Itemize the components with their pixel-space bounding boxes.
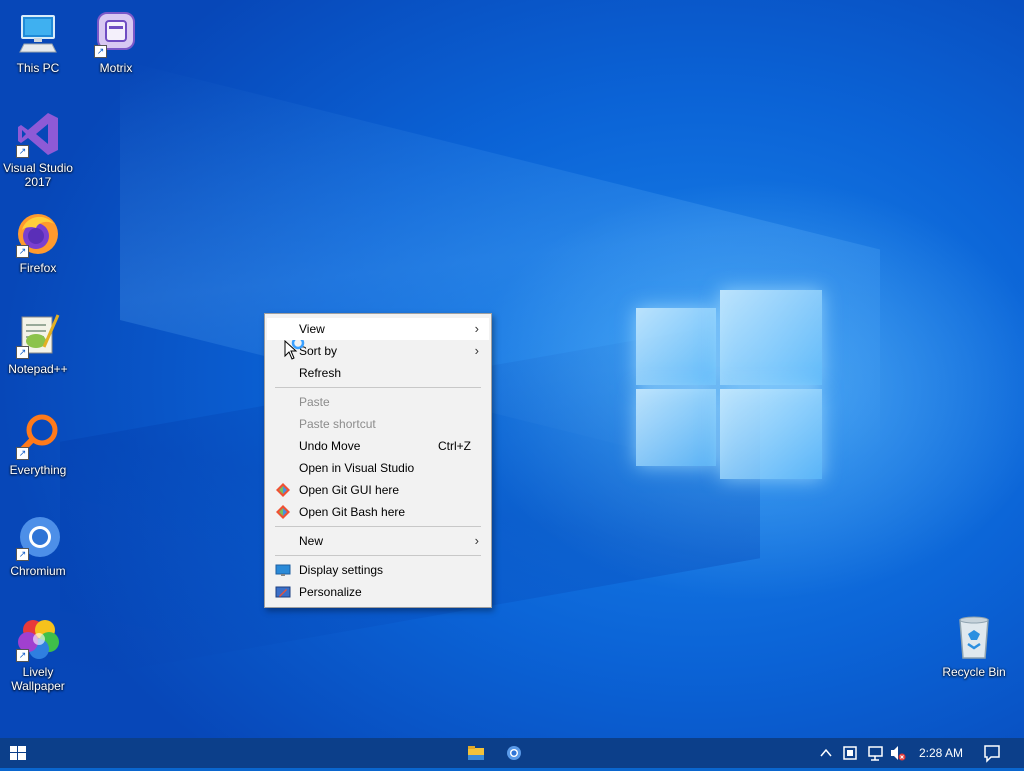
desktop-icon-recycle-bin[interactable]: Recycle Bin bbox=[936, 614, 1012, 679]
desktop-icon-notepad-plus-plus[interactable]: ↗ Notepad++ bbox=[0, 311, 76, 376]
shortcut-arrow-icon: ↗ bbox=[16, 649, 29, 662]
menu-item-new[interactable]: New › bbox=[267, 530, 489, 552]
chevron-right-icon: › bbox=[474, 321, 479, 336]
git-icon bbox=[275, 482, 291, 498]
menu-item-open-git-bash[interactable]: Open Git Bash here bbox=[267, 501, 489, 523]
menu-item-label: Open Git Bash here bbox=[299, 505, 406, 519]
desktop[interactable]: This PC ↗ Motrix ↗ Visual Studio 2017 ↗ … bbox=[0, 0, 1024, 738]
desktop-icon-visual-studio[interactable]: ↗ Visual Studio 2017 bbox=[0, 110, 76, 189]
menu-item-paste[interactable]: Paste bbox=[267, 391, 489, 413]
desktop-icon-label: Lively Wallpaper bbox=[11, 665, 65, 693]
desktop-icon-motrix[interactable]: ↗ Motrix bbox=[78, 10, 154, 75]
windows-start-icon bbox=[10, 746, 26, 760]
menu-item-label: Refresh bbox=[299, 366, 342, 380]
desktop-icon-everything[interactable]: ↗ Everything bbox=[0, 412, 76, 477]
shortcut-arrow-icon: ↗ bbox=[94, 45, 107, 58]
chromium-icon: ↗ bbox=[14, 513, 62, 561]
device-icon bbox=[843, 746, 857, 760]
shortcut-arrow-icon: ↗ bbox=[16, 548, 29, 561]
notification-icon bbox=[984, 745, 1000, 763]
personalize-icon bbox=[275, 584, 291, 600]
desktop-icon-label: Chromium bbox=[10, 564, 66, 578]
menu-separator bbox=[275, 526, 481, 527]
wallpaper-windows-logo bbox=[636, 290, 822, 480]
shortcut-arrow-icon: ↗ bbox=[16, 145, 29, 158]
menu-item-label: Display settings bbox=[299, 563, 384, 577]
motrix-icon: ↗ bbox=[92, 10, 140, 58]
menu-item-label: Undo Move bbox=[299, 439, 361, 453]
file-explorer-icon bbox=[468, 746, 484, 760]
lively-wallpaper-icon: ↗ bbox=[14, 614, 62, 662]
menu-item-view[interactable]: View › bbox=[267, 318, 489, 340]
recycle-bin-icon bbox=[950, 614, 998, 662]
desktop-icon-lively-wallpaper[interactable]: ↗ Lively Wallpaper bbox=[0, 614, 76, 693]
menu-item-label: Personalize bbox=[299, 585, 362, 599]
logo-pane bbox=[636, 308, 716, 385]
firefox-icon: ↗ bbox=[14, 210, 62, 258]
git-icon bbox=[275, 504, 291, 520]
menu-separator bbox=[275, 555, 481, 556]
menu-item-display-settings[interactable]: Display settings bbox=[267, 559, 489, 581]
menu-item-label: Paste shortcut bbox=[299, 417, 376, 431]
shortcut-arrow-icon: ↗ bbox=[16, 245, 29, 258]
menu-item-label: Open Git GUI here bbox=[299, 483, 400, 497]
chromium-icon bbox=[507, 746, 521, 760]
desktop-icon-label: Motrix bbox=[99, 61, 133, 75]
mouse-cursor-icon bbox=[284, 336, 305, 360]
display-icon bbox=[275, 562, 291, 578]
taskbar: 2:28 AM bbox=[0, 738, 1024, 768]
tray-network-button[interactable] bbox=[864, 738, 886, 768]
menu-item-label: New bbox=[299, 534, 324, 548]
start-button[interactable] bbox=[0, 738, 36, 768]
menu-item-label: Open in Visual Studio bbox=[299, 461, 415, 475]
network-icon bbox=[868, 746, 883, 761]
menu-item-undo-move[interactable]: Undo Move Ctrl+Z bbox=[267, 435, 489, 457]
notepad-plus-plus-icon: ↗ bbox=[14, 311, 62, 359]
desktop-icon-label: Firefox bbox=[19, 261, 57, 275]
desktop-icon-label: Notepad++ bbox=[8, 362, 68, 376]
menu-item-label: View bbox=[299, 322, 325, 336]
logo-pane bbox=[636, 389, 716, 466]
menu-item-label: Paste bbox=[299, 395, 330, 409]
menu-item-paste-shortcut[interactable]: Paste shortcut bbox=[267, 413, 489, 435]
desktop-icon-firefox[interactable]: ↗ Firefox bbox=[0, 210, 76, 275]
tray-volume-button[interactable] bbox=[888, 738, 908, 768]
shortcut-arrow-icon: ↗ bbox=[16, 346, 29, 359]
show-hidden-icons-button[interactable] bbox=[816, 738, 836, 768]
menu-item-open-git-gui[interactable]: Open Git GUI here bbox=[267, 479, 489, 501]
taskbar-clock[interactable]: 2:28 AM bbox=[912, 746, 970, 760]
desktop-icon-label: Visual Studio 2017 bbox=[3, 161, 73, 189]
menu-item-open-in-visual-studio[interactable]: Open in Visual Studio bbox=[267, 457, 489, 479]
menu-item-refresh[interactable]: Refresh bbox=[267, 362, 489, 384]
tray-device-icon-button[interactable] bbox=[840, 738, 860, 768]
menu-item-shortcut: Ctrl+Z bbox=[438, 439, 471, 453]
shortcut-arrow-icon: ↗ bbox=[16, 447, 29, 460]
desktop-icon-label: Recycle Bin bbox=[942, 665, 1006, 679]
desktop-icon-this-pc[interactable]: This PC bbox=[0, 10, 76, 75]
desktop-icon-chromium[interactable]: ↗ Chromium bbox=[0, 513, 76, 578]
desktop-icon-label: Everything bbox=[9, 463, 67, 477]
logo-pane bbox=[720, 389, 822, 479]
volume-muted-icon bbox=[891, 746, 906, 761]
taskbar-chromium[interactable] bbox=[500, 738, 528, 768]
menu-separator bbox=[275, 387, 481, 388]
this-pc-icon bbox=[14, 10, 62, 58]
chevron-right-icon: › bbox=[474, 533, 479, 548]
desktop-icon-label: This PC bbox=[16, 61, 60, 75]
visual-studio-icon: ↗ bbox=[14, 110, 62, 158]
logo-pane bbox=[720, 290, 822, 385]
action-center-button[interactable] bbox=[978, 738, 1006, 768]
menu-item-personalize[interactable]: Personalize bbox=[267, 581, 489, 603]
chevron-up-icon bbox=[820, 748, 832, 757]
taskbar-file-explorer[interactable] bbox=[462, 738, 490, 768]
everything-search-icon: ↗ bbox=[14, 412, 62, 460]
chevron-right-icon: › bbox=[474, 343, 479, 358]
